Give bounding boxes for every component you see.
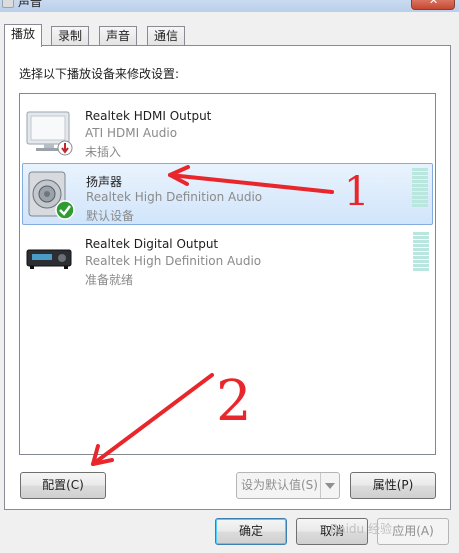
device-status: 准备就绪 bbox=[85, 273, 134, 287]
instruction-label: 选择以下播放设备来修改设置: bbox=[19, 67, 180, 81]
device-item-hdmi[interactable]: Realtek HDMI Output ATI HDMI Audio 未插入 bbox=[22, 100, 433, 162]
ok-button[interactable]: 确定 bbox=[215, 518, 287, 545]
device-name: Realtek HDMI Output bbox=[85, 109, 212, 123]
tab-strip: 播放 录制 声音 通信 bbox=[4, 24, 304, 47]
volume-level-meter bbox=[413, 232, 429, 272]
device-status: 默认设备 bbox=[86, 209, 135, 223]
device-name: Realtek Digital Output bbox=[85, 237, 219, 251]
tab-sounds[interactable]: 声音 bbox=[99, 26, 138, 46]
volume-level-meter bbox=[412, 168, 428, 208]
configure-button[interactable]: 配置(C) bbox=[20, 472, 106, 499]
set-default-button[interactable]: 设为默认值(S) bbox=[236, 472, 340, 499]
device-driver: ATI HDMI Audio bbox=[85, 126, 178, 140]
window-title: 声音 bbox=[18, 0, 43, 9]
device-status: 未插入 bbox=[85, 145, 122, 159]
playback-panel: 选择以下播放设备来修改设置: Realtek HDMI Output ATI H… bbox=[4, 45, 451, 510]
digital-receiver-icon bbox=[26, 249, 72, 269]
device-name: 扬声器 bbox=[86, 175, 123, 189]
properties-button[interactable]: 属性(P) bbox=[350, 472, 436, 499]
speaker-icon bbox=[28, 171, 75, 220]
sound-app-icon bbox=[2, 0, 14, 8]
device-item-digital[interactable]: Realtek Digital Output Realtek High Defi… bbox=[22, 228, 433, 290]
set-default-label: 设为默认值(S) bbox=[241, 478, 318, 492]
close-icon: ✕ bbox=[429, 0, 439, 7]
tab-recording[interactable]: 录制 bbox=[51, 26, 90, 46]
watermark: Baidu 经验 bbox=[330, 522, 392, 536]
close-button[interactable]: ✕ bbox=[411, 0, 455, 10]
device-item-speakers[interactable]: 扬声器 Realtek High Definition Audio 默认设备 bbox=[22, 163, 433, 225]
tab-communications[interactable]: 通信 bbox=[147, 26, 186, 46]
chevron-down-icon[interactable] bbox=[320, 473, 339, 498]
tab-playback[interactable]: 播放 bbox=[4, 24, 43, 47]
monitor-icon bbox=[26, 111, 73, 156]
device-list: Realtek HDMI Output ATI HDMI Audio 未插入 扬… bbox=[19, 93, 436, 455]
title-bar: 声音 ✕ bbox=[0, 0, 459, 12]
device-driver: Realtek High Definition Audio bbox=[86, 190, 263, 204]
device-driver: Realtek High Definition Audio bbox=[85, 254, 262, 268]
